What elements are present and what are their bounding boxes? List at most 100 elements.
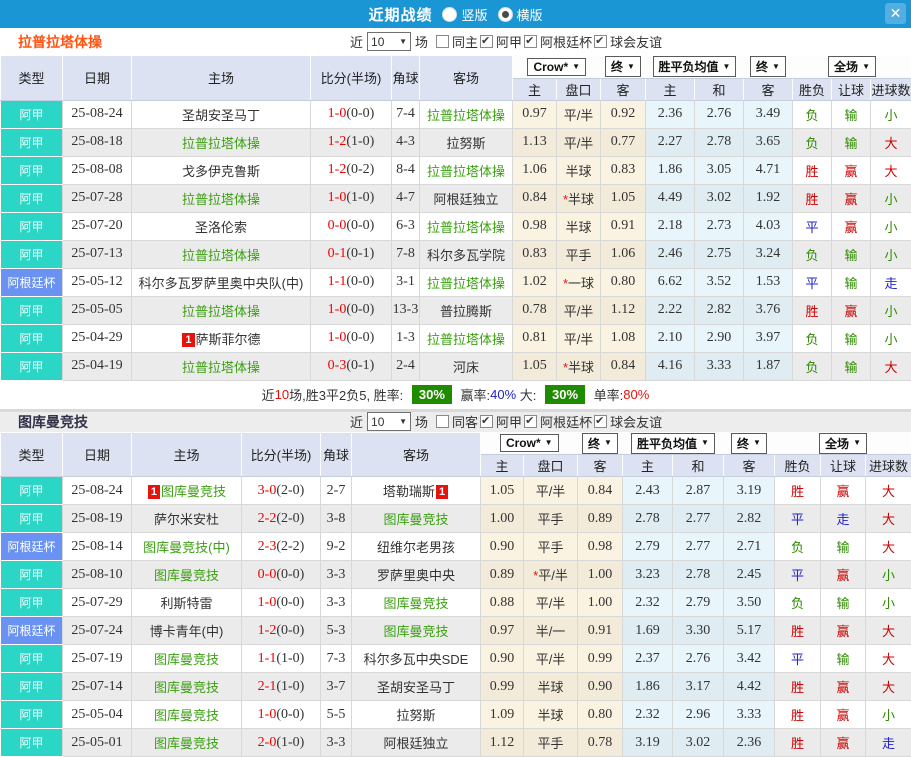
odds-away-cell: 0.91 — [601, 212, 646, 240]
team-title-2: 图库曼竞技 — [18, 412, 88, 432]
avg-away-cell: 3.97 — [744, 324, 793, 352]
avg-home-cell: 3.19 — [623, 729, 673, 757]
league-filter-checkbox[interactable]: 阿甲 — [480, 412, 522, 431]
home-team-cell: 萨尔米安杜 — [132, 505, 242, 533]
odds-away-cell: 0.90 — [578, 673, 623, 701]
handicap-result-cell: 输 — [832, 324, 871, 352]
away-team-name: 拉普拉塔体操 — [427, 332, 505, 347]
layout-horizontal-radio[interactable]: 横版 — [498, 5, 543, 24]
fulltime-dropdown[interactable]: 全场▼ — [828, 56, 876, 77]
avg-odds-dropdown[interactable]: 胜平负均值▼ — [653, 56, 737, 77]
odds-home-cell: 0.81 — [513, 324, 557, 352]
same-venue-checkbox[interactable]: 同主 — [436, 32, 478, 51]
avg-draw-cell: 3.05 — [695, 156, 744, 184]
fulltime-dropdown[interactable]: 全场▼ — [819, 433, 867, 454]
avg-home-cell: 2.78 — [623, 505, 673, 533]
friendly-filter-checkbox[interactable]: 球会友谊 — [594, 412, 662, 431]
checkbox-icon[interactable] — [436, 35, 449, 48]
games-count-select[interactable]: 10 ▼ — [367, 32, 411, 51]
goals-result-cell: 小 — [866, 701, 911, 729]
corner-cell: 9-2 — [321, 533, 352, 561]
checkbox-icon[interactable] — [594, 35, 607, 48]
halftime-score: (2-0) — [276, 511, 304, 526]
corner-cell: 3-1 — [392, 268, 420, 296]
chevron-down-icon: ▼ — [723, 63, 731, 71]
league-filter-checkbox[interactable]: 阿甲 — [480, 32, 522, 51]
avg-away-cell: 1.92 — [744, 184, 793, 212]
corner-cell: 3-3 — [321, 729, 352, 757]
layout-vertical-radio[interactable]: 竖版 — [442, 5, 487, 24]
halftime-score: (0-0) — [346, 302, 374, 317]
col-home: 主场 — [132, 432, 242, 477]
home-team-cell: 图库曼竞技 — [132, 645, 242, 673]
avg-home-cell: 2.37 — [623, 645, 673, 673]
avg-away-cell: 3.65 — [744, 128, 793, 156]
same-venue-checkbox[interactable]: 同客 — [436, 412, 478, 431]
odds-final-dropdown[interactable]: 终▼ — [582, 433, 618, 454]
avg-draw-cell: 2.73 — [695, 212, 744, 240]
league-type-cell: 阿甲 — [1, 100, 63, 128]
avg-final-dropdown[interactable]: 终▼ — [750, 56, 786, 77]
fulltime-score: 1-0 — [328, 190, 347, 205]
fulltime-score: 1-0 — [328, 106, 347, 121]
avg-draw-cell: 3.17 — [673, 673, 724, 701]
checkbox-icon[interactable] — [524, 35, 537, 48]
checkbox-icon[interactable] — [524, 415, 537, 428]
away-team-cell: 拉普拉塔体操 — [420, 100, 513, 128]
handicap-result-cell: 输 — [821, 645, 866, 673]
corner-cell: 5-3 — [321, 617, 352, 645]
away-team-name: 河床 — [453, 360, 479, 375]
subcol-wdl: 胜负 — [793, 78, 832, 100]
halftime-score: (1-0) — [276, 679, 304, 694]
checkbox-icon[interactable] — [436, 415, 449, 428]
halftime-score: (0-1) — [346, 358, 374, 373]
away-team-name: 普拉腾斯 — [440, 304, 492, 319]
odds-final-dropdown[interactable]: 终▼ — [605, 56, 641, 77]
checkbox-icon[interactable] — [594, 415, 607, 428]
odds-away-cell: 0.80 — [578, 701, 623, 729]
games-count-select[interactable]: 10 ▼ — [367, 412, 411, 431]
odds-away-cell: 0.92 — [601, 100, 646, 128]
avg-draw-cell: 2.82 — [695, 296, 744, 324]
date-cell: 25-07-29 — [63, 589, 132, 617]
cup-filter-checkbox[interactable]: 阿根廷杯 — [524, 412, 592, 431]
friendly-filter-checkbox[interactable]: 球会友谊 — [594, 32, 662, 51]
score-cell: 0-1(0-1) — [311, 240, 392, 268]
match-row: 阿根廷杯 25-07-24 博卡青年(中) 1-2(0-0) 5-3 图库曼竞技… — [1, 617, 911, 645]
checkbox-icon[interactable] — [480, 35, 493, 48]
goals-result-cell: 大 — [871, 352, 911, 380]
section-1-band: 拉普拉塔体操 近 10 ▼ 场 同主 阿甲 阿根廷杯 球会友谊 — [0, 28, 911, 55]
away-team-cell: 拉努斯 — [352, 701, 481, 729]
fulltime-score: 2-1 — [258, 679, 277, 694]
handicap-label: 平手 — [537, 512, 563, 527]
avg-final-dropdown[interactable]: 终▼ — [731, 433, 767, 454]
subcol-avg-home: 主 — [646, 78, 695, 100]
corner-cell: 3-7 — [321, 673, 352, 701]
odds-company-dropdown[interactable]: Crow*▼ — [527, 58, 586, 76]
result-cell: 负 — [793, 240, 832, 268]
subcol-goals: 进球数 — [866, 455, 911, 477]
score-cell: 1-0(0-0) — [242, 701, 321, 729]
record-summary: 近10场,胜3平2负5, 胜率: 30% 赢率:40% 大: 30% 单率:80… — [0, 381, 911, 409]
corner-cell: 2-7 — [321, 477, 352, 505]
home-team-name: 图库曼竞技 — [154, 736, 219, 751]
home-team-cell: 博卡青年(中) — [132, 617, 242, 645]
away-team-name: 拉努斯 — [396, 708, 435, 723]
close-button[interactable]: ✕ — [885, 3, 906, 24]
date-cell: 25-07-13 — [63, 240, 132, 268]
home-team-name: 图库曼竞技 — [154, 652, 219, 667]
league-type-cell: 阿甲 — [1, 296, 63, 324]
away-team-name: 拉普拉塔体操 — [427, 220, 505, 235]
odds-company-dropdown[interactable]: Crow*▼ — [500, 434, 559, 452]
home-team-name: 图库曼竞技(中) — [143, 540, 230, 555]
handicap-label: 平/半 — [538, 568, 568, 583]
date-cell: 25-07-20 — [63, 212, 132, 240]
handicap-cell: *半球 — [557, 352, 601, 380]
home-team-cell: 图库曼竞技 — [132, 673, 242, 701]
cup-filter-checkbox[interactable]: 阿根廷杯 — [524, 32, 592, 51]
checkbox-icon[interactable] — [480, 415, 493, 428]
subcol-wdl: 胜负 — [775, 455, 821, 477]
avg-odds-dropdown[interactable]: 胜平负均值▼ — [631, 433, 715, 454]
league-type-cell: 阿甲 — [1, 505, 63, 533]
avg-draw-cell: 2.75 — [695, 240, 744, 268]
